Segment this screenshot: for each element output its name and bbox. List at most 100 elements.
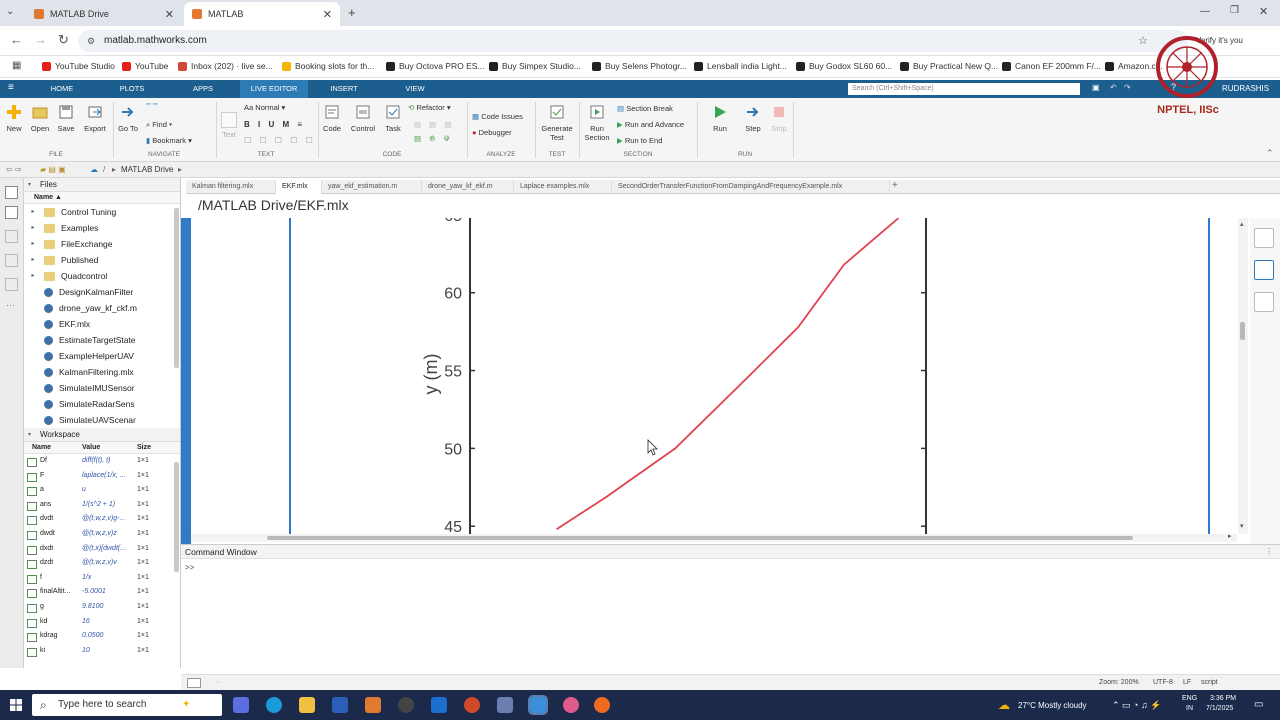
expand-arrow-icon[interactable]: ▸ [28,204,38,220]
tab-menu-icon[interactable]: ⌄ [6,6,14,17]
editor-tab[interactable]: Kalman filtering.mlx [186,180,276,194]
file-list-folder[interactable]: ▸ Examples [24,220,180,236]
step-button[interactable]: Step [741,104,765,133]
file-list-item[interactable]: EKF.mlx [24,316,180,332]
tab-plots[interactable]: PLOTS [104,80,160,98]
path-folder-icons[interactable]: ▰ ▤ ▣ [40,162,66,178]
control-button[interactable]: Control [348,104,378,133]
edge-icon[interactable] [266,697,282,713]
file-list-folder[interactable]: ▸ FileExchange [24,236,180,252]
output-horizontal-scrollbar[interactable]: ▸ [191,533,1237,542]
scroll-up-icon[interactable]: ▴ [1240,220,1244,228]
expand-arrow-icon[interactable]: ▸ [28,236,38,252]
workspace-variable-row[interactable]: ans 1/(s^2 + 1) 1×1 [24,498,180,513]
outlook-icon[interactable] [431,697,447,713]
file-list-item[interactable]: ExampleHelperUAV [24,348,180,364]
workspace-variable-row[interactable]: f 1/x 1×1 [24,571,180,586]
ws-value-column[interactable]: Value [76,442,131,453]
addons-icon[interactable] [5,278,18,291]
workspace-variable-row[interactable]: dxdt @(t,x)[dwdt(... 1×1 [24,542,180,557]
run-to-end-button[interactable]: ▶ Run to End [617,136,662,145]
windows-start-icon[interactable] [10,699,22,711]
ws-size-column[interactable]: Size [131,442,171,453]
workspace-variable-row[interactable]: dzdt @(t,w,z,v)v 1×1 [24,556,180,571]
status-panel-icon[interactable] [187,678,201,688]
close-window-icon[interactable]: ✕ [1259,5,1268,18]
file-list-item[interactable]: SimulateIMUSensor [24,380,180,396]
file-list-item[interactable]: drone_yaw_kf_ckf.m [24,300,180,316]
workspace-variable-row[interactable]: kdrag 0.0500 1×1 [24,629,180,644]
go-to-button[interactable]: Go To [116,104,140,133]
undo-icon[interactable]: ↶ [1110,83,1117,92]
generate-test-button[interactable]: Generate Test [538,104,576,142]
editor-tab[interactable]: yaw_ekf_estimation.m [322,180,422,194]
run-button[interactable]: Run [708,104,732,133]
zoom-level[interactable]: Zoom: 200% [1099,675,1139,691]
workspace-variable-row[interactable]: g 9.8100 1×1 [24,600,180,615]
file-list-item[interactable]: SimulateUAVScenar [24,412,180,428]
editor-tab-active[interactable]: EKF.mlx [276,180,322,194]
bookmark-item[interactable]: Inbox (202) · live se... [178,61,273,71]
hide-code-view-icon[interactable] [1254,292,1274,312]
tab-insert[interactable]: INSERT [318,80,370,98]
path-nav-icons[interactable]: ⇦ ⇨ [6,162,22,178]
collapse-icon[interactable]: ▾ [28,178,31,192]
editor-tab[interactable]: drone_yaw_kf_ekf.m [422,180,514,194]
output-inline-view-icon[interactable] [1254,228,1274,248]
bookmark-item[interactable]: Buy Selens Photogr... [592,61,687,71]
tray-icons[interactable]: ⌃ ▭ ◔ ♫ ⚡ [1112,700,1161,711]
refactor-button[interactable]: ⟲ Refactor ▾ [408,103,451,112]
ws-name-column[interactable]: Name [24,442,76,453]
site-info-icon[interactable]: ⚙ [87,30,95,52]
file-list-item[interactable]: EstimateTargetState [24,332,180,348]
bookmark-item[interactable]: Lensball india Light... [694,61,787,71]
clock-date[interactable]: 7/1/2025 [1206,705,1233,712]
workspace-variable-row[interactable]: ki 10 1×1 [24,644,180,659]
expand-arrow-icon[interactable]: ▸ [28,268,38,284]
app-icon[interactable] [563,697,579,713]
path-segment-matlab-drive[interactable]: MATLAB Drive [121,162,173,178]
powerpoint-icon[interactable] [464,697,480,713]
bookmark-item[interactable]: Buy Octova PRO ES... [386,61,485,71]
back-forward-arrows[interactable]: ⇦ ⇨ [146,101,158,108]
workspace-variable-row[interactable]: finalAltit... -5.0001 1×1 [24,585,180,600]
browser-tab-matlab-drive[interactable]: MATLAB Drive ✕ [26,2,182,26]
redo-icon[interactable]: ↷ [1124,83,1131,92]
bookmark-item[interactable]: YouTube [122,61,168,71]
command-window[interactable]: Command Window ⋮ >> [181,544,1280,674]
bookmark-item[interactable]: Buy Practical New Q... [900,61,998,71]
workspace-variable-row[interactable]: dwdt @(t,w,z,v)z 1×1 [24,527,180,542]
editor-tab[interactable]: SecondOrderTransferFunctionFromDampingAn… [612,180,890,194]
clock-time[interactable]: 3:36 PM [1210,695,1236,702]
bookmark-item[interactable]: Buy Godox SL60 60... [796,61,892,71]
history-panel-icon[interactable] [5,230,18,243]
tab-apps[interactable]: APPS [178,80,228,98]
files-column-header[interactable]: Name ▲ [24,192,180,204]
files-panel-header[interactable]: ▾ Files [24,178,180,192]
collapse-toolstrip-icon[interactable]: ⌃ [1266,148,1274,159]
bookmark-item[interactable]: Booking slots for th... [282,61,374,71]
task-button[interactable]: Task [382,104,404,133]
close-tab-icon[interactable]: ✕ [165,8,174,21]
workspace-variable-row[interactable]: Df diff(f(t), t) 1×1 [24,454,180,469]
minimize-window-icon[interactable]: — [1200,6,1210,17]
chrome-active-icon[interactable] [528,695,548,715]
url-field[interactable]: ⚙ matlab.mathworks.com ☆ [78,30,1188,52]
workspace-panel-header[interactable]: ▾ Workspace [24,428,180,442]
language-indicator[interactable]: ENG [1182,695,1197,702]
file-list-folder[interactable]: ▸ Quadcontrol [24,268,180,284]
tab-view[interactable]: VIEW [392,80,438,98]
back-icon[interactable]: ← [10,32,23,47]
figure-output[interactable]: 4550556065 y (m) [191,218,1237,544]
save-button[interactable]: Save [55,104,77,133]
file-explorer-icon[interactable] [299,697,315,713]
store-icon[interactable] [332,697,348,713]
text-button[interactable]: Text [220,112,238,139]
bookmark-item[interactable]: YouTube Studio [42,61,115,71]
run-section-button[interactable]: Run Section [582,104,612,142]
output-vertical-scrollbar[interactable]: ▴ ▾ [1238,218,1248,534]
browser-tab-matlab[interactable]: MATLAB ✕ [184,2,340,26]
files-panel-icon[interactable] [5,186,18,199]
text-format-buttons[interactable]: B I U M ≡ [244,120,305,129]
expand-arrow-icon[interactable]: ▸ [28,252,38,268]
